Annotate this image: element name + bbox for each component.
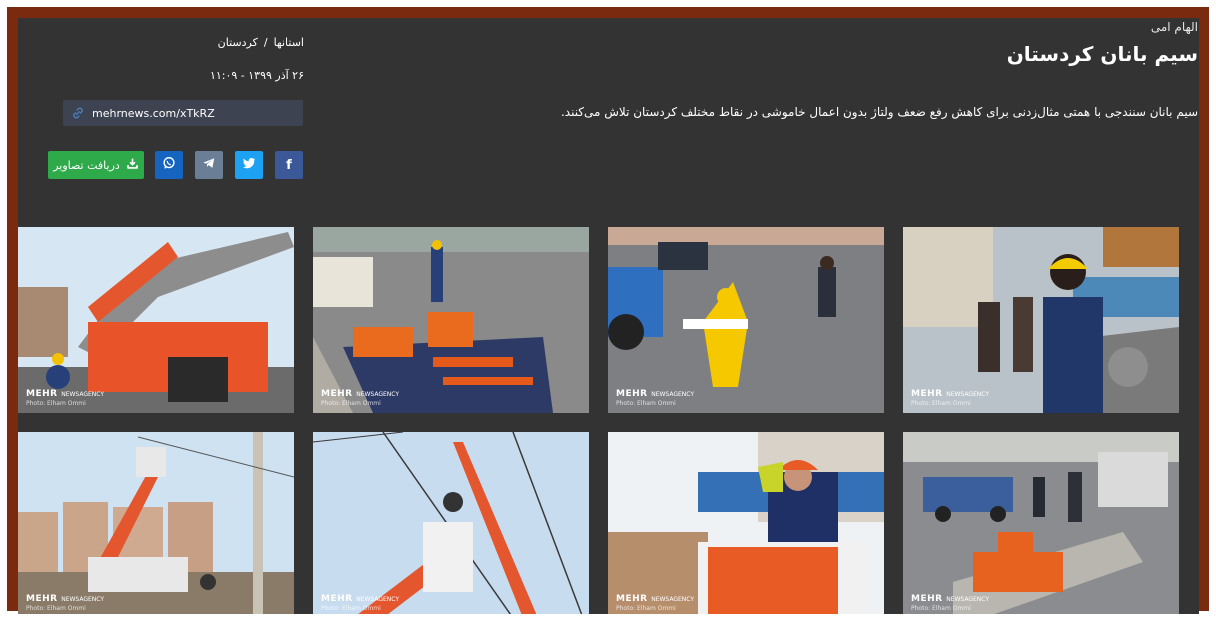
gallery-photo[interactable]: MEHR NEWSAGENCY Photo: Elham Ommi	[903, 227, 1179, 413]
gallery-photo[interactable]: MEHR NEWSAGENCY Photo: Elham Ommi	[608, 227, 884, 413]
telegram-icon	[202, 156, 216, 174]
link-icon	[71, 106, 85, 120]
photo-watermark: MEHR NEWSAGENCY Photo: Elham Ommi	[321, 389, 400, 407]
whatsapp-button[interactable]	[155, 151, 183, 179]
twitter-icon	[242, 156, 256, 174]
lead-text: سیم بانان سنندجی با همتی مثال‌زدنی برای …	[560, 105, 1198, 119]
gallery-photo[interactable]: MEHR NEWSAGENCY Photo: Elham Ommi	[903, 432, 1179, 614]
author-name[interactable]: الهام امی	[1151, 20, 1198, 34]
photo-watermark: MEHR NEWSAGENCY Photo: Elham Ommi	[911, 389, 990, 407]
gallery-photo[interactable]: MEHR NEWSAGENCY Photo: Elham Ommi	[18, 227, 294, 413]
breadcrumb-item-kurdistan[interactable]: کردستان	[218, 36, 258, 49]
download-icon	[126, 157, 139, 173]
gallery-panel: الهام امی سیم بانان کردستان سیم بانان سن…	[18, 18, 1199, 614]
photo-watermark: MEHR NEWSAGENCY Photo: Elham Ommi	[911, 594, 990, 612]
shortlink-text: mehrnews.com/xTkRZ	[92, 106, 215, 120]
page-frame: الهام امی سیم بانان کردستان سیم بانان سن…	[7, 7, 1209, 614]
photo-watermark: MEHR NEWSAGENCY Photo: Elham Ommi	[26, 594, 105, 612]
twitter-button[interactable]	[235, 151, 263, 179]
breadcrumb-item-provinces[interactable]: استانها	[274, 36, 304, 49]
whatsapp-icon	[162, 156, 176, 174]
gallery-photo[interactable]: MEHR NEWSAGENCY Photo: Elham Ommi	[18, 432, 294, 614]
facebook-icon: f	[286, 157, 292, 173]
photo-watermark: MEHR NEWSAGENCY Photo: Elham Ommi	[321, 594, 400, 612]
photo-watermark: MEHR NEWSAGENCY Photo: Elham Ommi	[616, 594, 695, 612]
photo-gallery: MEHR NEWSAGENCY Photo: Elham Ommi MEHR N…	[18, 227, 1199, 614]
facebook-button[interactable]: f	[275, 151, 303, 179]
download-images-button[interactable]: دریافت تصاویر	[48, 151, 144, 179]
breadcrumb: استانها / کردستان	[208, 36, 304, 49]
breadcrumb-separator: /	[263, 36, 268, 49]
page-title: سیم بانان کردستان	[1006, 42, 1198, 66]
photo-watermark: MEHR NEWSAGENCY Photo: Elham Ommi	[616, 389, 695, 407]
shortlink-box[interactable]: mehrnews.com/xTkRZ	[63, 100, 303, 126]
download-label: دریافت تصاویر	[53, 158, 120, 172]
telegram-button[interactable]	[195, 151, 223, 179]
publish-date: ۲۶ آذر ۱۳۹۹ - ۱۱:۰۹	[209, 69, 304, 82]
gallery-photo[interactable]: MEHR NEWSAGENCY Photo: Elham Ommi	[313, 227, 589, 413]
photo-watermark: MEHR NEWSAGENCY Photo: Elham Ommi	[26, 389, 105, 407]
gallery-photo[interactable]: MEHR NEWSAGENCY Photo: Elham Ommi	[313, 432, 589, 614]
gallery-photo[interactable]: MEHR NEWSAGENCY Photo: Elham Ommi	[608, 432, 884, 614]
